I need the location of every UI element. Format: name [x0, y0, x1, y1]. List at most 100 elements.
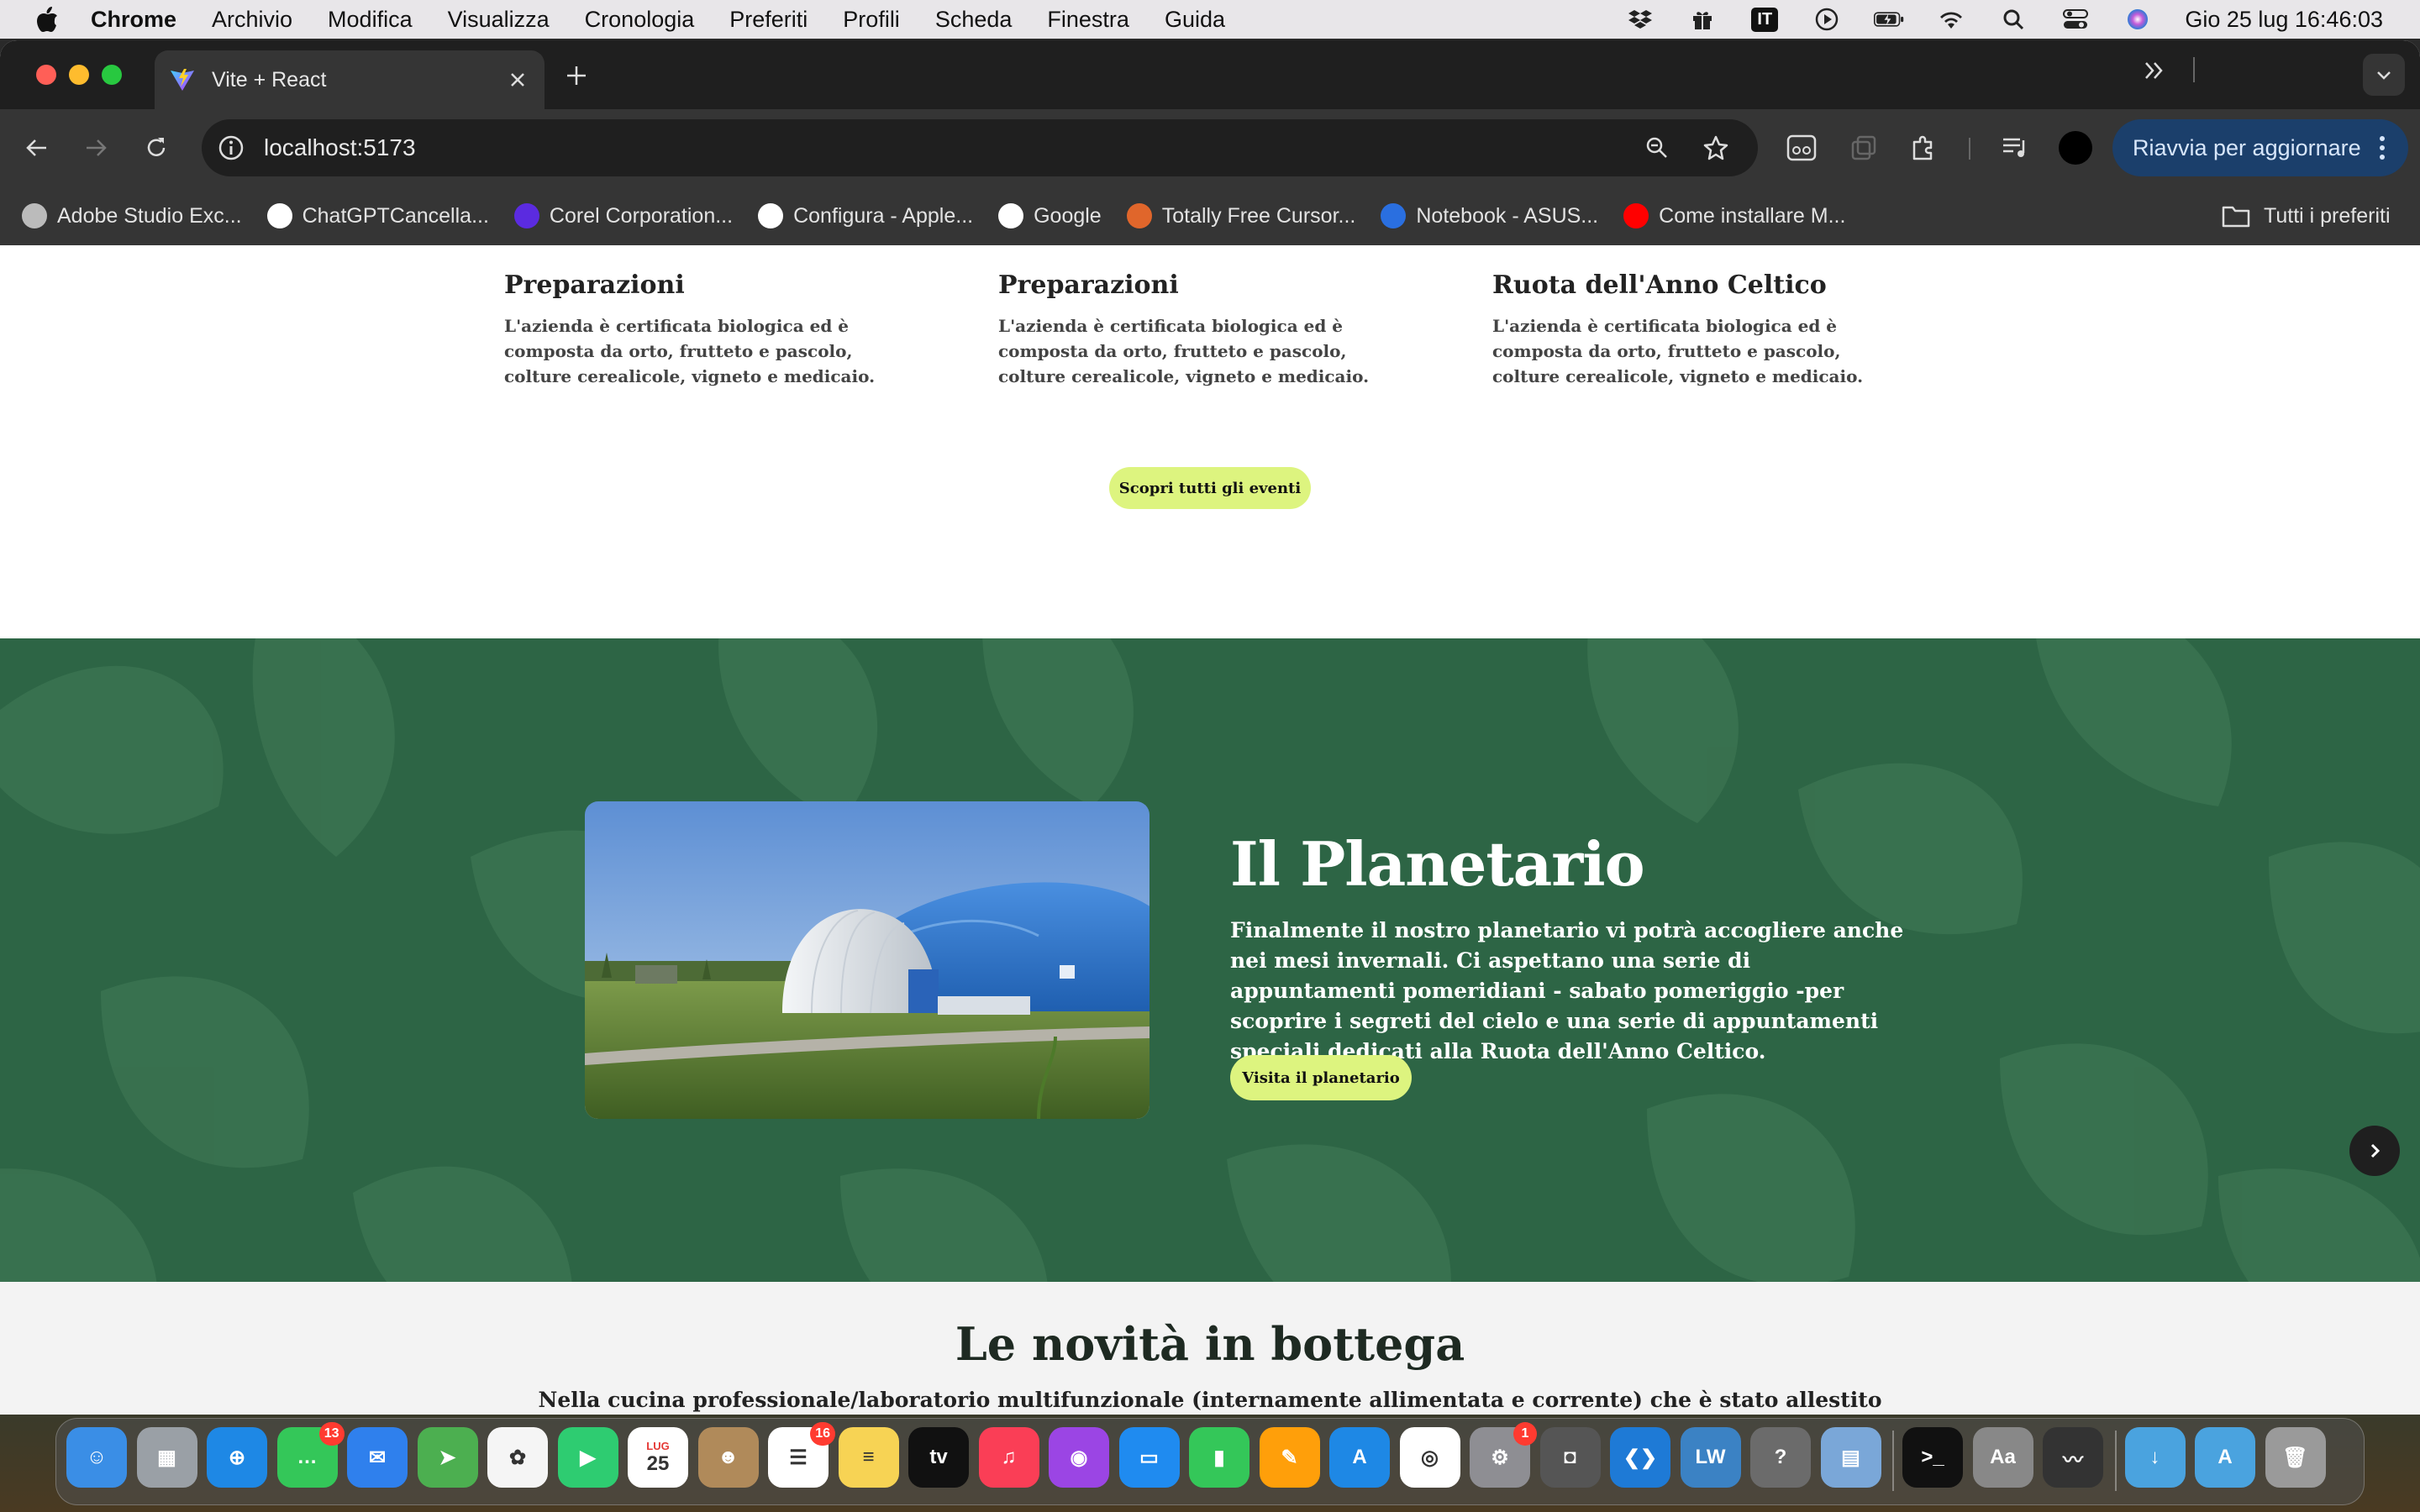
event-description: L'azienda è certificata biologica ed è c…: [1492, 316, 1864, 386]
bookmark-item[interactable]: Adobe Studio Exc...: [22, 203, 242, 228]
visit-planetarium-button[interactable]: Visita il planetario: [1230, 1055, 1412, 1100]
event-title: Ruota dell'Anno Celtico: [1492, 270, 1827, 300]
all-events-button[interactable]: Scopri tutti gli eventi: [1109, 467, 1311, 509]
tab-copy-icon[interactable]: [1845, 129, 1882, 166]
bookmark-item[interactable]: Corel Corporation...: [513, 203, 733, 228]
dock-calendar-icon[interactable]: LUG 25: [628, 1427, 688, 1488]
dock-glyph: ❮❯: [1623, 1446, 1658, 1469]
menu-modifica[interactable]: Modifica: [328, 7, 413, 33]
play-status-icon[interactable]: [1812, 4, 1842, 34]
dock-finder-icon[interactable]: ☺: [66, 1427, 127, 1488]
relaunch-update-button[interactable]: Riavvia per aggiornare: [2112, 119, 2408, 176]
fullscreen-window-button[interactable]: [102, 65, 122, 85]
extensions-icon[interactable]: [1906, 129, 1943, 166]
siri-icon[interactable]: [2123, 4, 2153, 34]
reload-icon[interactable]: [138, 129, 175, 166]
minimize-window-button[interactable]: [69, 65, 89, 85]
dock-downloads-folder-icon[interactable]: ↓: [2124, 1427, 2186, 1488]
back-icon[interactable]: [18, 129, 55, 166]
bookmark-item[interactable]: Configura - Apple...: [758, 203, 973, 228]
dock-font-book-icon[interactable]: Aa: [1972, 1427, 2033, 1488]
menu-scheda[interactable]: Scheda: [935, 7, 1013, 33]
dock-reminders-icon[interactable]: ☰ 16: [768, 1422, 835, 1488]
dropbox-status-icon[interactable]: [1625, 4, 1655, 34]
event-card[interactable]: Preparazioni L'azienda è certificata bio…: [998, 270, 1402, 389]
dock-launchpad-icon[interactable]: ▦: [136, 1427, 197, 1488]
event-card[interactable]: Ruota dell'Anno Celtico L'azienda è cert…: [1492, 270, 1896, 389]
profile-avatar[interactable]: [2059, 131, 2092, 165]
menu-profili[interactable]: Profili: [843, 7, 900, 33]
menu-archivio[interactable]: Archivio: [212, 7, 292, 33]
dock-facetime-icon[interactable]: ▶: [557, 1427, 618, 1488]
bookmark-star-icon[interactable]: [1699, 131, 1733, 165]
dock-podcasts-icon[interactable]: ◉: [1049, 1427, 1109, 1488]
site-info-icon[interactable]: [217, 134, 245, 162]
dock-glyph: ↓: [2149, 1446, 2160, 1468]
gift-status-icon[interactable]: [1687, 4, 1718, 34]
dock-photos-icon[interactable]: ✿: [487, 1427, 548, 1488]
control-center-icon[interactable]: [2060, 4, 2091, 34]
dock-lw-icon[interactable]: LW: [1680, 1427, 1741, 1488]
dock-screenshot-icon[interactable]: ◘: [1539, 1427, 1601, 1488]
menu-finestra[interactable]: Finestra: [1047, 7, 1129, 33]
tab-active[interactable]: Vite + React: [155, 50, 544, 109]
dock-contacts-icon[interactable]: ☻: [697, 1427, 759, 1488]
carousel-next-button[interactable]: [2349, 1126, 2400, 1176]
dock-glyph: A: [2217, 1446, 2233, 1468]
bookmark-item[interactable]: Google: [998, 203, 1102, 228]
dock-vscode-icon[interactable]: ❮❯: [1610, 1427, 1670, 1488]
bookmark-item[interactable]: Totally Free Cursor...: [1126, 203, 1355, 228]
menu-preferiti[interactable]: Preferiti: [729, 7, 808, 33]
close-window-button[interactable]: [36, 65, 56, 85]
spotlight-search-icon[interactable]: [1998, 4, 2028, 34]
dock-trash-icon[interactable]: 🗑: [2265, 1427, 2326, 1488]
dock-numbers-icon[interactable]: ▮: [1189, 1427, 1249, 1488]
close-tab-icon[interactable]: [506, 68, 529, 92]
dock-notes-icon[interactable]: ≡: [838, 1427, 899, 1488]
bottega-description: Nella cucina professionale/laboratorio m…: [538, 1388, 1882, 1412]
battery-icon[interactable]: [1874, 4, 1904, 34]
dock-music-icon[interactable]: ♫: [978, 1427, 1039, 1488]
media-controls-icon[interactable]: [1996, 129, 2033, 166]
dock-voice-memos-icon[interactable]: 〰: [2043, 1427, 2103, 1488]
more-menu-icon[interactable]: [2370, 136, 2395, 160]
zoom-icon[interactable]: [1640, 131, 1674, 165]
url-text[interactable]: localhost:5173: [264, 134, 1640, 161]
bookmark-item[interactable]: ChatGPTCancella...: [266, 203, 489, 228]
dock-terminal-icon[interactable]: >_: [1902, 1427, 1963, 1488]
dock-app-store-icon[interactable]: A: [1329, 1427, 1390, 1488]
dock-mail-icon[interactable]: ✉: [347, 1427, 408, 1488]
event-card[interactable]: Preparazioni L'azienda è certificata bio…: [504, 270, 908, 389]
bookmarks-overflow-icon[interactable]: [2139, 55, 2170, 86]
dock-safari-icon[interactable]: ⊕: [207, 1427, 267, 1488]
input-source-icon[interactable]: IT: [1749, 4, 1780, 34]
all-bookmarks-button[interactable]: Tutti i preferiti: [2222, 186, 2391, 245]
dock-pages-icon[interactable]: ✎: [1259, 1427, 1320, 1488]
menu-guida[interactable]: Guida: [1165, 7, 1225, 33]
menu-clock[interactable]: Gio 25 lug 16:46:03: [2185, 7, 2383, 33]
apple-menu-icon[interactable]: [30, 3, 64, 36]
dock-keynote-icon[interactable]: ▭: [1118, 1427, 1180, 1488]
forward-icon[interactable]: [77, 129, 114, 166]
address-bar[interactable]: localhost:5173: [202, 119, 1758, 176]
wifi-icon[interactable]: [1936, 4, 1966, 34]
reading-mode-icon[interactable]: [1783, 129, 1820, 166]
dock-chrome-icon[interactable]: ◎: [1399, 1427, 1460, 1488]
dock-applications-folder-icon[interactable]: A: [2195, 1427, 2255, 1488]
dock-preview-icon[interactable]: ▤: [1820, 1427, 1881, 1488]
dock-apple-tv-icon[interactable]: tv: [908, 1427, 969, 1488]
menu-app-name[interactable]: Chrome: [91, 7, 176, 33]
bookmark-item[interactable]: Come installare M...: [1623, 203, 1845, 228]
bookmark-item[interactable]: Notebook - ASUS...: [1381, 203, 1598, 228]
dock-system-settings-icon[interactable]: ⚙ 1: [1470, 1422, 1537, 1488]
bottega-section: Le novità in bottega Nella cucina profes…: [0, 1282, 2420, 1415]
cursor-icon: [1126, 203, 1152, 228]
new-tab-icon[interactable]: [561, 60, 592, 91]
dock-help-icon[interactable]: ?: [1750, 1427, 1811, 1488]
tab-search-icon[interactable]: [2363, 54, 2405, 96]
menu-visualizza[interactable]: Visualizza: [448, 7, 550, 33]
dock-messages-icon[interactable]: … 13: [276, 1422, 345, 1488]
dock-maps-icon[interactable]: ➤: [417, 1427, 478, 1488]
menu-cronologia[interactable]: Cronologia: [585, 7, 695, 33]
apple-icon: [758, 203, 784, 228]
